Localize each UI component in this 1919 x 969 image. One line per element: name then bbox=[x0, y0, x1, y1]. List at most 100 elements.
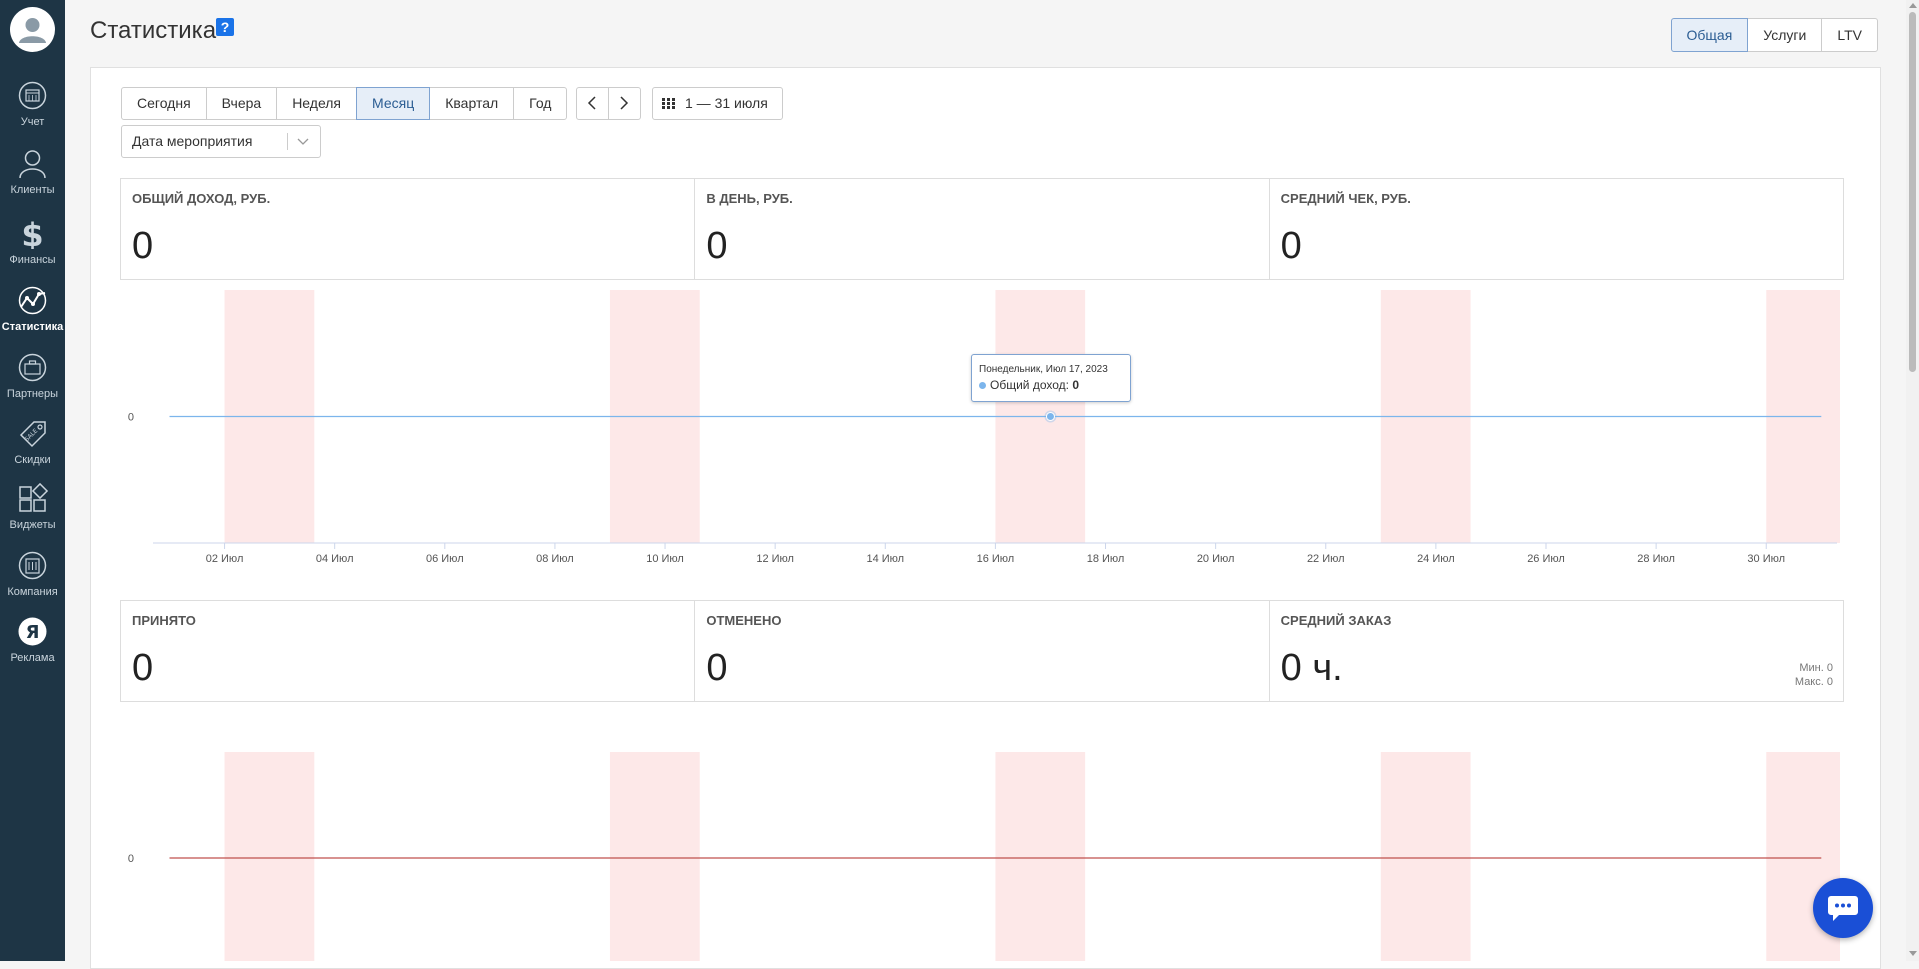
date-field-value: Дата мероприятия bbox=[132, 133, 253, 149]
x-tick-label: 04 Июл bbox=[316, 553, 354, 565]
metric-cancelled: Отменено 0 bbox=[694, 601, 1268, 701]
briefcase-icon bbox=[18, 353, 47, 382]
page-title: Статистика bbox=[90, 17, 217, 44]
date-field-select[interactable]: Дата мероприятия bbox=[121, 125, 321, 158]
sidebar-item-label: Клиенты bbox=[10, 184, 55, 196]
date-range-label: 1 — 31 июля bbox=[685, 95, 768, 111]
scroll-up-icon[interactable] bbox=[1909, 3, 1917, 8]
sidebar-item-label: Статистика bbox=[1, 321, 64, 333]
chevron-left-icon bbox=[587, 96, 596, 110]
prev-period-button[interactable] bbox=[576, 87, 609, 120]
y-tick-label: 0 bbox=[128, 412, 134, 424]
sidebar-item-discounts[interactable]: SALE Скидки bbox=[0, 418, 65, 478]
widgets-icon bbox=[19, 483, 48, 512]
metric-accepted: Принято 0 bbox=[121, 601, 694, 701]
sidebar-item-widgets[interactable]: Виджеты bbox=[0, 483, 65, 543]
tooltip-row: Общий доход: 0 bbox=[979, 378, 1079, 392]
dollar-icon: $ bbox=[21, 218, 43, 249]
page-scrollbar[interactable] bbox=[1906, 0, 1919, 961]
date-range-button[interactable]: 1 — 31 июля bbox=[652, 87, 783, 120]
period-today-button[interactable]: Сегодня bbox=[121, 87, 207, 120]
next-period-button[interactable] bbox=[608, 87, 641, 120]
metric-value: 0 bbox=[706, 225, 728, 267]
x-tick-label: 16 Июл bbox=[977, 553, 1015, 565]
chat-button[interactable] bbox=[1813, 878, 1873, 938]
weekend-band bbox=[609, 752, 700, 961]
metric-average-check: Средний чек, руб. 0 bbox=[1268, 179, 1843, 279]
x-tick-label: 20 Июл bbox=[1197, 553, 1235, 565]
metric-title: Общий доход, руб. bbox=[132, 191, 271, 206]
help-icon[interactable]: ? bbox=[216, 18, 234, 36]
scroll-down-icon[interactable] bbox=[1909, 951, 1917, 956]
sidebar-item-statistics[interactable]: Статистика bbox=[0, 285, 65, 345]
x-tick-label: 12 Июл bbox=[756, 553, 794, 565]
sidebar-item-partners[interactable]: Партнеры bbox=[0, 352, 65, 412]
sidebar-item-accounting[interactable]: Учет bbox=[0, 80, 65, 140]
building-icon bbox=[18, 551, 47, 580]
chart-tooltip: Понедельник, Июл 17, 2023 Общий доход: 0 bbox=[971, 354, 1131, 402]
sidebar-item-label: Учет bbox=[20, 116, 45, 128]
sidebar-item-label: Партнеры bbox=[6, 388, 59, 400]
period-selector: Сегодня Вчера Неделя Месяц Квартал Год bbox=[121, 87, 568, 120]
tab-ltv[interactable]: LTV bbox=[1821, 18, 1878, 52]
metric-average-order: Средний заказ 0 ч. Мин. 0 Макс. 0 bbox=[1268, 601, 1843, 701]
orders-chart: 0 bbox=[120, 752, 1840, 961]
tooltip-series-dot bbox=[979, 382, 986, 389]
chart-line-icon bbox=[18, 286, 47, 315]
tooltip-date: Понедельник, Июл 17, 2023 bbox=[979, 364, 1108, 375]
sidebar-item-label: Скидки bbox=[14, 454, 51, 466]
revenue-chart: 0 02 Июл 04 Июл 06 Июл 08 Июл 10 Июл 12 Июл 14 … bbox=[120, 290, 1840, 570]
revenue-chart-svg: 0 02 Июл 04 Июл 06 Июл 08 Июл 10 Июл 12 Июл 14 … bbox=[128, 290, 1840, 565]
x-tick-label: 30 Июл bbox=[1747, 553, 1785, 565]
sidebar-item-label: Финансы bbox=[9, 254, 56, 266]
sidebar-item-label: Виджеты bbox=[9, 519, 56, 531]
orders-chart-svg: 0 bbox=[128, 752, 1840, 961]
x-tick-label: 24 Июл bbox=[1417, 553, 1455, 565]
chevron-down-icon bbox=[297, 138, 309, 145]
period-month-button[interactable]: Месяц bbox=[356, 87, 431, 120]
data-point bbox=[1045, 412, 1055, 421]
period-year-button[interactable]: Год bbox=[513, 87, 568, 120]
x-tick-label: 14 Июл bbox=[866, 553, 904, 565]
sidebar-item-label: Компания bbox=[7, 586, 58, 598]
tooltip-series: Общий доход: bbox=[990, 378, 1069, 392]
tab-services[interactable]: Услуги bbox=[1747, 18, 1823, 52]
metric-value: 0 bbox=[706, 647, 728, 689]
x-tick-label: 10 Июл bbox=[646, 553, 684, 565]
metric-title: Средний чек, руб. bbox=[1280, 191, 1411, 206]
sidebar-item-label: Реклама bbox=[10, 652, 55, 664]
view-tabs: Общая Услуги LTV bbox=[1670, 18, 1878, 52]
weekend-band bbox=[995, 752, 1086, 961]
x-tick-label: 28 Июл bbox=[1637, 553, 1675, 565]
scrollbar-thumb[interactable] bbox=[1909, 12, 1916, 372]
metric-value: 0 ч. bbox=[1280, 647, 1343, 689]
weekend-band bbox=[1380, 752, 1471, 961]
calendar-grid-icon bbox=[662, 98, 675, 109]
sidebar: Учет Клиенты $ Финансы Статистика Партне bbox=[0, 0, 65, 961]
chat-bubble-icon bbox=[1828, 896, 1858, 921]
metric-title: В день, руб. bbox=[706, 191, 793, 206]
period-week-button[interactable]: Неделя bbox=[276, 87, 358, 120]
period-quarter-button[interactable]: Квартал bbox=[429, 87, 515, 120]
sidebar-item-ads[interactable]: Я Реклама bbox=[0, 616, 65, 676]
sidebar-item-finance[interactable]: $ Финансы bbox=[0, 218, 65, 278]
metric-value: 0 bbox=[132, 225, 154, 267]
clients-icon bbox=[19, 150, 46, 179]
x-tick-label: 06 Июл bbox=[426, 553, 464, 565]
x-tick-label: 02 Июл bbox=[206, 553, 244, 565]
metric-title: Принято bbox=[132, 613, 196, 628]
tab-general[interactable]: Общая bbox=[1670, 18, 1749, 52]
sidebar-item-clients[interactable]: Клиенты bbox=[0, 148, 65, 208]
x-tick-label: 22 Июл bbox=[1307, 553, 1345, 565]
period-yesterday-button[interactable]: Вчера bbox=[205, 87, 278, 120]
metric-value: 0 bbox=[1280, 225, 1302, 267]
revenue-metrics: Общий доход, руб. 0 В день, руб. 0 Средн… bbox=[120, 178, 1844, 280]
sidebar-item-company[interactable]: Компания bbox=[0, 550, 65, 610]
metric-min: Мин. 0 bbox=[1799, 662, 1833, 674]
metric-min-max: Мин. 0 Макс. 0 bbox=[1795, 661, 1833, 689]
svg-text:$: $ bbox=[21, 218, 43, 249]
user-avatar[interactable] bbox=[10, 7, 55, 52]
sale-tag-icon: SALE bbox=[19, 421, 46, 448]
period-navigation bbox=[576, 87, 641, 120]
metric-value: 0 bbox=[132, 647, 154, 689]
